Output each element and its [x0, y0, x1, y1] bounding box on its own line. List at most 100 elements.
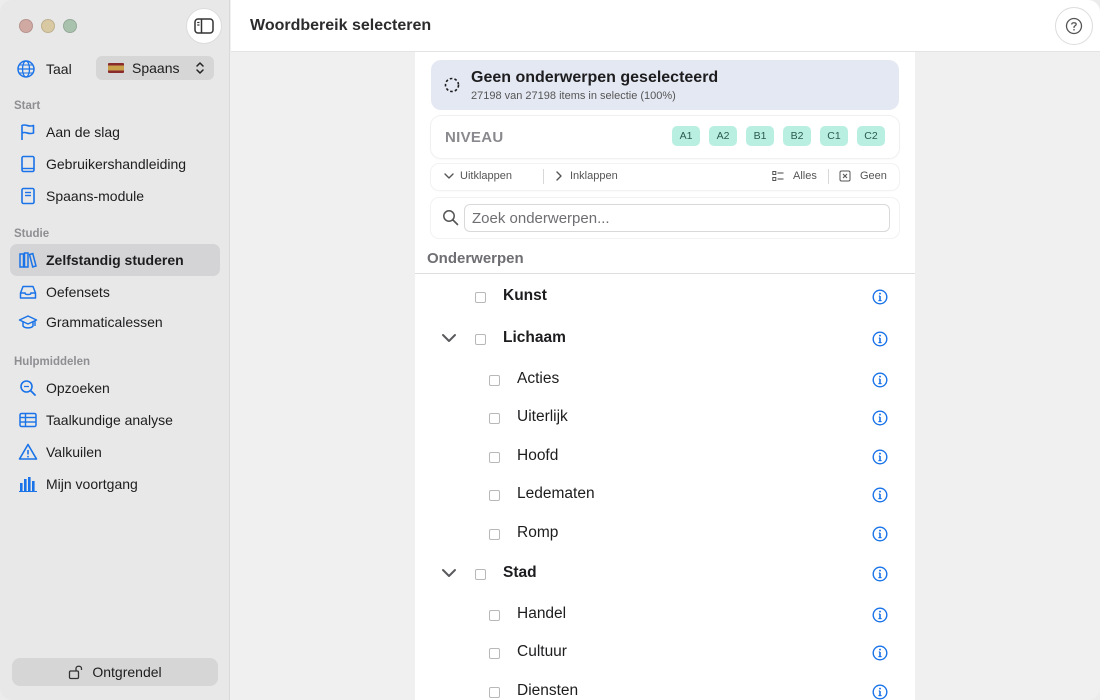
sidebar-item-label: Grammaticalessen	[46, 314, 163, 330]
sidebar-item-label: Opzoeken	[46, 380, 110, 396]
tree-toolbar: Uitklappen Inklappen Alles Geen	[431, 164, 899, 190]
zoom-window-button[interactable]	[63, 19, 77, 33]
topic-label: Lichaam	[503, 329, 566, 346]
sidebar-item-aan-de-slag[interactable]: Aan de slag	[10, 116, 220, 148]
topic-checkbox[interactable]	[489, 648, 500, 659]
sidebar-item-label: Gebruikershandleiding	[46, 156, 187, 172]
level-chip-b1[interactable]: B1	[746, 126, 774, 146]
chevron-down-icon[interactable]	[441, 567, 457, 579]
tray-icon	[19, 285, 37, 299]
info-icon[interactable]	[872, 289, 888, 305]
search-input[interactable]	[464, 204, 890, 232]
sidebar-item-opzoeken[interactable]: Opzoeken	[10, 372, 220, 404]
sidebar-item-mijn-voortgang[interactable]: Mijn voortgang	[10, 468, 220, 500]
sidebar-item-taalkundige-analyse[interactable]: Taalkundige analyse	[10, 404, 220, 436]
topic-checkbox[interactable]	[475, 334, 486, 345]
warning-icon	[18, 443, 38, 460]
selection-subtitle: 27198 van 27198 items in selectie (100%)	[471, 90, 676, 102]
collapse-button[interactable]: Inklappen	[553, 170, 618, 182]
minimize-window-button[interactable]	[41, 19, 55, 33]
unlock-icon	[69, 665, 83, 680]
sidebar-item-label: Zelfstandig studeren	[46, 252, 184, 268]
topic-row[interactable]: Ledematen	[415, 476, 915, 514]
sidebar-item-grammaticalessen[interactable]: Grammaticalessen	[10, 306, 220, 338]
level-chips: A1 A2 B1 B2 C1 C2	[672, 126, 885, 146]
topic-label: Acties	[517, 370, 560, 387]
x-square-icon	[839, 170, 851, 182]
checklist-icon	[772, 171, 784, 181]
info-icon[interactable]	[872, 526, 888, 542]
level-chip-b2[interactable]: B2	[783, 126, 811, 146]
topic-checkbox[interactable]	[489, 413, 500, 424]
language-select[interactable]: Spaans	[96, 56, 214, 80]
topic-checkbox[interactable]	[489, 375, 500, 386]
select-all-button[interactable]: Alles	[772, 170, 817, 182]
books-icon	[19, 252, 37, 268]
sidebar-item-zelfstandig-studeren[interactable]: Zelfstandig studeren	[10, 244, 220, 276]
toolbar-divider	[543, 169, 544, 184]
app-window: Taal Spaans Start Aan de slag Gebruikers…	[0, 0, 1100, 700]
toolbar-divider	[828, 169, 829, 184]
language-row: Taal Spaans	[16, 56, 216, 82]
topic-row[interactable]: Acties	[415, 361, 915, 399]
expand-label: Uitklappen	[460, 170, 512, 182]
module-book-icon	[21, 187, 35, 205]
info-icon[interactable]	[872, 645, 888, 661]
sidebar-item-label: Mijn voortgang	[46, 476, 138, 492]
section-title-hulpmiddelen: Hulpmiddelen	[14, 356, 91, 368]
topic-checkbox[interactable]	[489, 610, 500, 621]
chevron-down-icon[interactable]	[441, 332, 457, 344]
info-icon[interactable]	[872, 684, 888, 700]
topic-row[interactable]: Cultuur	[415, 634, 915, 672]
level-chip-c1[interactable]: C1	[820, 126, 848, 146]
topic-row[interactable]: Kunst	[415, 278, 915, 316]
page-title: Woordbereik selecteren	[250, 17, 432, 34]
info-icon[interactable]	[872, 449, 888, 465]
select-none-button[interactable]: Geen	[839, 170, 887, 182]
topic-row[interactable]: Romp	[415, 515, 915, 553]
sidebar-item-spaans-module[interactable]: Spaans-module	[10, 180, 220, 212]
flag-icon	[21, 124, 35, 140]
topic-row[interactable]: Diensten	[415, 673, 915, 700]
topic-row[interactable]: Hoofd	[415, 438, 915, 476]
topic-row[interactable]: Handel	[415, 596, 915, 634]
sidebar-item-valkuilen[interactable]: Valkuilen	[10, 436, 220, 468]
topic-row[interactable]: Lichaam	[415, 320, 915, 358]
sidebar-toggle-button[interactable]	[186, 8, 222, 44]
topic-checkbox[interactable]	[489, 452, 500, 463]
sidebar-item-oefensets[interactable]: Oefensets	[10, 276, 220, 308]
level-chip-c2[interactable]: C2	[857, 126, 885, 146]
globe-icon	[17, 60, 35, 78]
topic-checkbox[interactable]	[489, 490, 500, 501]
topic-checkbox[interactable]	[489, 529, 500, 540]
expand-button[interactable]: Uitklappen	[443, 170, 512, 182]
sidebar-item-label: Oefensets	[46, 284, 110, 300]
sidebar-item-gebruikershandleiding[interactable]: Gebruikershandleiding	[10, 148, 220, 180]
topic-row[interactable]: Uiterlijk	[415, 399, 915, 437]
level-filter-card: NIVEAU A1 A2 B1 B2 C1 C2	[431, 116, 899, 158]
info-icon[interactable]	[872, 372, 888, 388]
book-icon	[21, 155, 35, 173]
topic-checkbox[interactable]	[489, 687, 500, 698]
section-title-studie: Studie	[14, 228, 50, 240]
topic-checkbox[interactable]	[475, 569, 486, 580]
select-none-label: Geen	[860, 170, 887, 182]
bar-chart-icon	[19, 477, 37, 492]
unlock-button[interactable]: Ontgrendel	[12, 658, 218, 686]
header: Woordbereik selecteren	[231, 0, 1100, 52]
selection-status-card: Geen onderwerpen geselecteerd 27198 van …	[431, 60, 899, 110]
info-icon[interactable]	[872, 331, 888, 347]
info-icon[interactable]	[872, 487, 888, 503]
info-icon[interactable]	[872, 410, 888, 426]
help-button[interactable]	[1055, 7, 1093, 45]
topic-row[interactable]: Stad	[415, 555, 915, 593]
table-icon	[19, 412, 37, 428]
topic-checkbox[interactable]	[475, 292, 486, 303]
close-window-button[interactable]	[19, 19, 33, 33]
info-icon[interactable]	[872, 566, 888, 582]
topic-label: Diensten	[517, 682, 579, 699]
level-chip-a2[interactable]: A2	[709, 126, 737, 146]
level-chip-a1[interactable]: A1	[672, 126, 700, 146]
sidebar-item-label: Taalkundige analyse	[46, 412, 173, 428]
info-icon[interactable]	[872, 607, 888, 623]
